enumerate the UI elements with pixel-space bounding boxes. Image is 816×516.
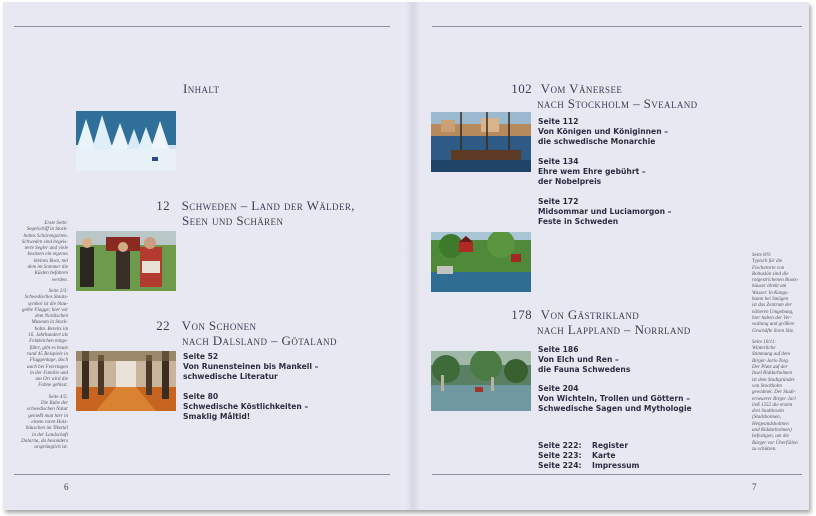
appendix-page: Seite 222: (538, 441, 582, 450)
entry-page: Seite 204 (538, 384, 579, 393)
entry-line: die Fauna Schwedens (538, 365, 631, 374)
appendix-label: Karte (592, 451, 616, 460)
top-rule-right (432, 26, 802, 27)
section-number: 22 (156, 318, 170, 333)
entry-line: Ehre wem Ehre gebührt – (538, 167, 646, 176)
caption: Seite 2/3: Schwedisches Staats- symbol i… (22, 287, 68, 389)
section-heading: 12 Schweden – Land der Wälder, Seen und … (140, 198, 355, 228)
section-title-line1: Schweden – Land der Wälder, (181, 198, 355, 213)
toc-entry[interactable]: Seite 186 Von Elch und Ren – die Fauna S… (538, 345, 630, 375)
caption-column-right: Seite 8/9: Typisch für die Fischerorte v… (752, 252, 800, 457)
section-number: 102 (511, 81, 532, 96)
entry-line: schwedische Literatur (183, 372, 278, 381)
caption: Seite 8/9: Typisch für die Fischerorte v… (752, 252, 799, 334)
entry-line: Schwedische Sagen und Mythologie (538, 404, 692, 413)
entry-line: Feste in Schweden (538, 217, 619, 226)
section-title-line2: nach Stockholm – Svealand (537, 96, 698, 111)
section-number: 178 (511, 307, 532, 322)
entry-line: Von Elch und Ren – (538, 355, 619, 364)
section-title-line1: Von Schonen (181, 318, 257, 333)
entry-line: Von Königen und Königinnen – (538, 127, 669, 136)
photo-boathouses (431, 232, 531, 292)
appendix-page: Seite 224: (538, 461, 582, 470)
toc-entry[interactable]: Seite 80 Schwedische Köstlichkeiten – Sm… (183, 392, 308, 422)
entry-line: Schwedische Köstlichkeiten – (183, 402, 309, 411)
entry-page: Seite 52 (183, 352, 219, 361)
entry-line: die schwedische Monarchie (538, 137, 656, 146)
appendix-label: Impressum (592, 461, 640, 470)
entry-page: Seite 172 (538, 197, 579, 206)
toc-entry[interactable]: Seite 134 Ehre wem Ehre gebührt – der No… (538, 157, 646, 187)
toc-entry[interactable]: Seite 112 Von Königen und Königinnen – d… (538, 117, 668, 147)
bottom-rule-left (14, 474, 390, 475)
entry-line: Von Wichteln, Trollen und Göttern – (538, 394, 690, 403)
section-heading: 178 Von Gästrikland nach Lappland – Norr… (500, 307, 691, 337)
entry-line: der Nobelpreis (538, 177, 602, 186)
appendix-list: Seite 222: Register Seite 223: Karte Sei… (538, 441, 639, 471)
toc-title: Inhalt (183, 81, 220, 96)
bottom-rule-right (432, 474, 802, 475)
photo-folk-musicians (76, 231, 176, 291)
entry-page: Seite 186 (538, 345, 579, 354)
book-gutter (406, 2, 420, 510)
appendix-item[interactable]: Seite 223: Karte (538, 451, 639, 461)
caption-column-left: Erste Seite: Segelschiff in Stock- holms… (20, 220, 68, 455)
photo-winter-forest (76, 111, 176, 171)
section-heading: 22 Von Schonen nach Dalsland – Götaland (140, 318, 337, 348)
toc-entry[interactable]: Seite 204 Von Wichteln, Trollen und Gött… (538, 384, 692, 414)
page-number-right: 7 (752, 482, 757, 492)
entry-page: Seite 134 (538, 157, 579, 166)
caption: Seite 10/11: Winterliche Stimmung auf de… (752, 338, 798, 452)
appendix-item[interactable]: Seite 224: Impressum (538, 461, 639, 471)
toc-entry[interactable]: Seite 172 Midsommar und Luciamorgon – Fe… (538, 197, 671, 227)
section-title-line2: nach Lappland – Norrland (537, 322, 691, 337)
appendix-label: Register (592, 441, 629, 450)
section-title-line2: nach Dalsland – Götaland (182, 333, 337, 348)
entry-line: Midsommar und Luciamorgon – (538, 207, 672, 216)
photo-autumn-avenue (76, 351, 176, 411)
caption: Erste Seite: Segelschiff in Stock- holms… (21, 220, 68, 283)
entry-line: Smaklig Måltid! (183, 412, 251, 421)
section-number: 12 (156, 198, 170, 213)
appendix-page: Seite 223: (538, 451, 582, 460)
photo-stockholm-harbour (431, 112, 531, 172)
section-title-line1: Von Gästrikland (540, 307, 640, 322)
page-number-left: 6 (64, 482, 69, 492)
entry-page: Seite 112 (538, 117, 579, 126)
top-rule-left (14, 26, 390, 27)
entry-page: Seite 80 (183, 392, 219, 401)
entry-line: Von Runensteinen bis Mankell – (183, 362, 319, 371)
section-heading: 102 Vom Vänersee nach Stockholm – Sveala… (500, 81, 698, 111)
section-title-line2: Seen und Schären (182, 213, 284, 228)
photo-lake-forest (431, 351, 531, 411)
caption: Seite 4/5: Die Ruhe der schwedischen Nat… (21, 393, 68, 451)
appendix-item[interactable]: Seite 222: Register (538, 441, 639, 451)
section-title-line1: Vom Vänersee (540, 81, 623, 96)
toc-entry[interactable]: Seite 52 Von Runensteinen bis Mankell – … (183, 352, 318, 382)
